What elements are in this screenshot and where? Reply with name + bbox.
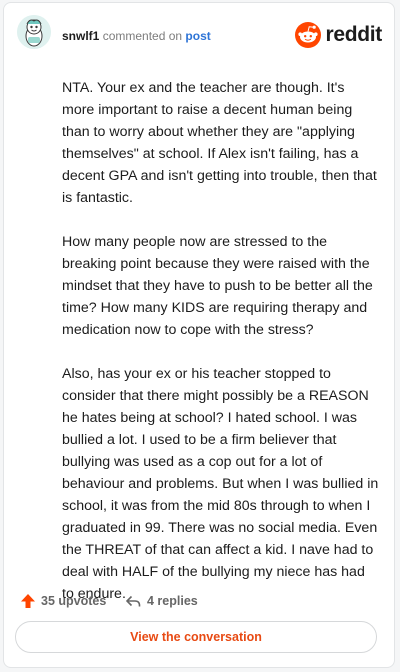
view-conversation-button[interactable]: View the conversation — [15, 621, 377, 653]
user-avatar[interactable] — [17, 15, 51, 49]
comment-body: NTA. Your ex and the teacher are though.… — [62, 77, 380, 627]
upvote-count: 35 upvotes — [41, 594, 107, 608]
username-link[interactable]: snwlf1 — [62, 29, 99, 43]
upvote-arrow-icon — [21, 594, 35, 608]
post-link[interactable]: post — [185, 29, 210, 43]
reddit-wordmark: reddit — [325, 23, 382, 46]
comment-meta: snwlf1 commented on post — [62, 29, 211, 43]
reddit-logo-icon — [295, 22, 322, 48]
comment-paragraph: How many people now are stressed to the … — [62, 234, 373, 338]
reply-arrow-icon — [126, 595, 141, 607]
comment-paragraph: NTA. Your ex and the teacher are though.… — [62, 80, 377, 206]
comment-footer: 35 upvotes 4 replies — [4, 588, 394, 618]
reddit-brand[interactable]: reddit — [295, 21, 382, 49]
comment-paragraph: Also, has your ex or his teacher stopped… — [62, 366, 379, 602]
reply-control[interactable]: 4 replies — [125, 588, 198, 614]
reply-count: 4 replies — [147, 594, 198, 608]
comment-header: snwlf1 commented on post reddit — [4, 3, 394, 67]
upvote-control[interactable]: 35 upvotes — [20, 588, 106, 614]
comment-card: snwlf1 commented on post reddit NTA. You… — [3, 2, 395, 668]
commented-on-text: commented on — [102, 29, 183, 43]
